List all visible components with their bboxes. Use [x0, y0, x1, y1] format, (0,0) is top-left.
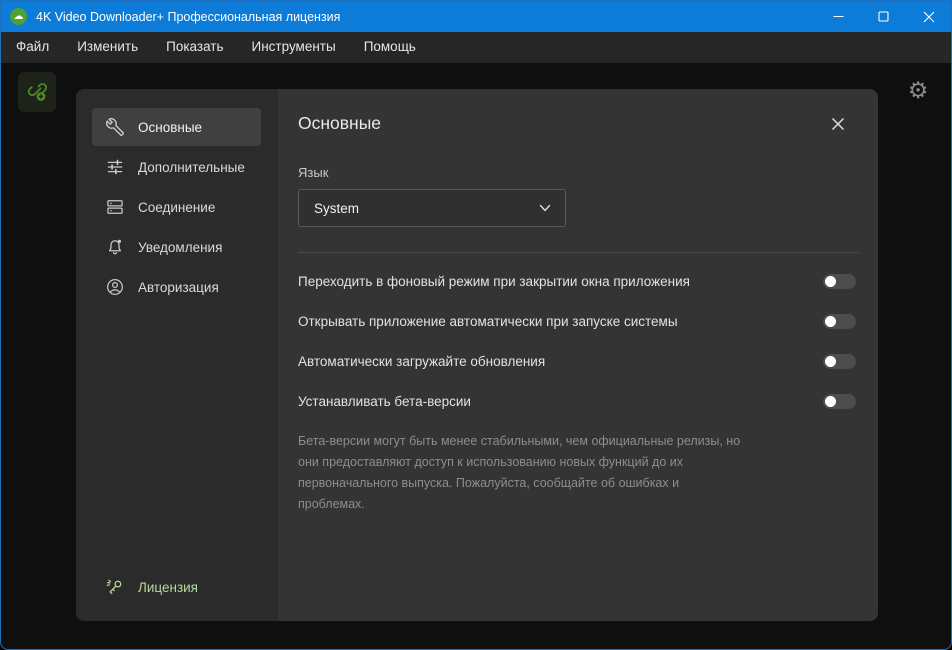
language-label: Язык [298, 165, 859, 180]
toggle-row-auto-updates: Автоматически загружайте обновления [298, 341, 859, 381]
sidebar-item-general[interactable]: Основные [92, 108, 261, 146]
section-divider [298, 252, 859, 253]
sidebar-item-label: Авторизация [138, 280, 219, 295]
chevron-down-icon [538, 201, 552, 215]
sidebar-item-label: Уведомления [138, 240, 222, 255]
toggle-knob [825, 356, 836, 367]
close-icon [923, 11, 935, 23]
settings-header: Основные [298, 113, 859, 134]
menu-tools[interactable]: Инструменты [238, 35, 350, 60]
app-logo-icon: ☁ [10, 8, 27, 25]
toggle-label: Переходить в фоновый режим при закрытии … [298, 274, 690, 289]
beta-note-text: Бета-версии могут быть менее стабильными… [298, 431, 746, 515]
toggle-row-autostart: Открывать приложение автоматически при з… [298, 301, 859, 341]
titlebar[interactable]: ☁ 4K Video Downloader+ Профессиональная … [1, 1, 951, 32]
page-title: Основные [298, 113, 381, 134]
beta-versions-toggle[interactable] [823, 394, 856, 409]
language-select[interactable]: System [298, 189, 566, 227]
settings-sidebar: Основные Дополнительные [76, 89, 278, 621]
server-icon [104, 197, 125, 218]
paste-link-button[interactable] [18, 72, 56, 112]
menu-file[interactable]: Файл [2, 35, 63, 60]
maximize-button[interactable] [861, 1, 906, 32]
autostart-toggle[interactable] [823, 314, 856, 329]
window-title: 4K Video Downloader+ Профессиональная ли… [36, 10, 340, 24]
toggle-row-beta-versions: Устанавливать бета-версии [298, 381, 859, 421]
sidebar-item-label: Лицензия [138, 580, 198, 595]
wrench-icon [104, 117, 125, 138]
user-circle-icon [104, 277, 125, 298]
sidebar-item-license[interactable]: Лицензия [92, 568, 261, 606]
sidebar-item-label: Основные [138, 120, 202, 135]
sidebar-item-notifications[interactable]: Уведомления [92, 228, 261, 266]
toggle-label: Открывать приложение автоматически при з… [298, 314, 678, 329]
window-controls [816, 1, 951, 32]
menu-edit[interactable]: Изменить [63, 35, 152, 60]
minimize-button[interactable] [816, 1, 861, 32]
app-window: ☁ 4K Video Downloader+ Профессиональная … [0, 0, 952, 650]
sidebar-item-advanced[interactable]: Дополнительные [92, 148, 261, 186]
settings-gear-button[interactable]: ⚙ [903, 75, 933, 105]
language-value: System [314, 201, 359, 216]
menu-view[interactable]: Показать [152, 35, 237, 60]
toggle-label: Устанавливать бета-версии [298, 394, 471, 409]
settings-panel: Основные Дополнительные [76, 89, 878, 621]
key-icon [104, 577, 125, 598]
menubar: Файл Изменить Показать Инструменты Помощ… [1, 32, 951, 63]
sidebar-item-connection[interactable]: Соединение [92, 188, 261, 226]
background-mode-toggle[interactable] [823, 274, 856, 289]
toggle-row-background-mode: Переходить в фоновый режим при закрытии … [298, 261, 859, 301]
toggle-label: Автоматически загружайте обновления [298, 354, 545, 369]
minimize-icon [833, 11, 844, 22]
settings-content: Основные Язык System Переходить в фоновы… [278, 89, 878, 621]
toggle-knob [825, 276, 836, 287]
toggle-knob [825, 316, 836, 327]
close-window-button[interactable] [906, 1, 951, 32]
close-icon [831, 117, 845, 131]
sidebar-item-label: Дополнительные [138, 160, 245, 175]
menu-help[interactable]: Помощь [350, 35, 430, 60]
sliders-icon [104, 157, 125, 178]
auto-updates-toggle[interactable] [823, 354, 856, 369]
sidebar-item-authorization[interactable]: Авторизация [92, 268, 261, 306]
add-link-icon [25, 80, 49, 104]
maximize-icon [878, 11, 889, 22]
toggle-knob [825, 396, 836, 407]
sidebar-item-label: Соединение [138, 200, 215, 215]
bell-icon [104, 237, 125, 258]
close-settings-button[interactable] [829, 115, 847, 133]
